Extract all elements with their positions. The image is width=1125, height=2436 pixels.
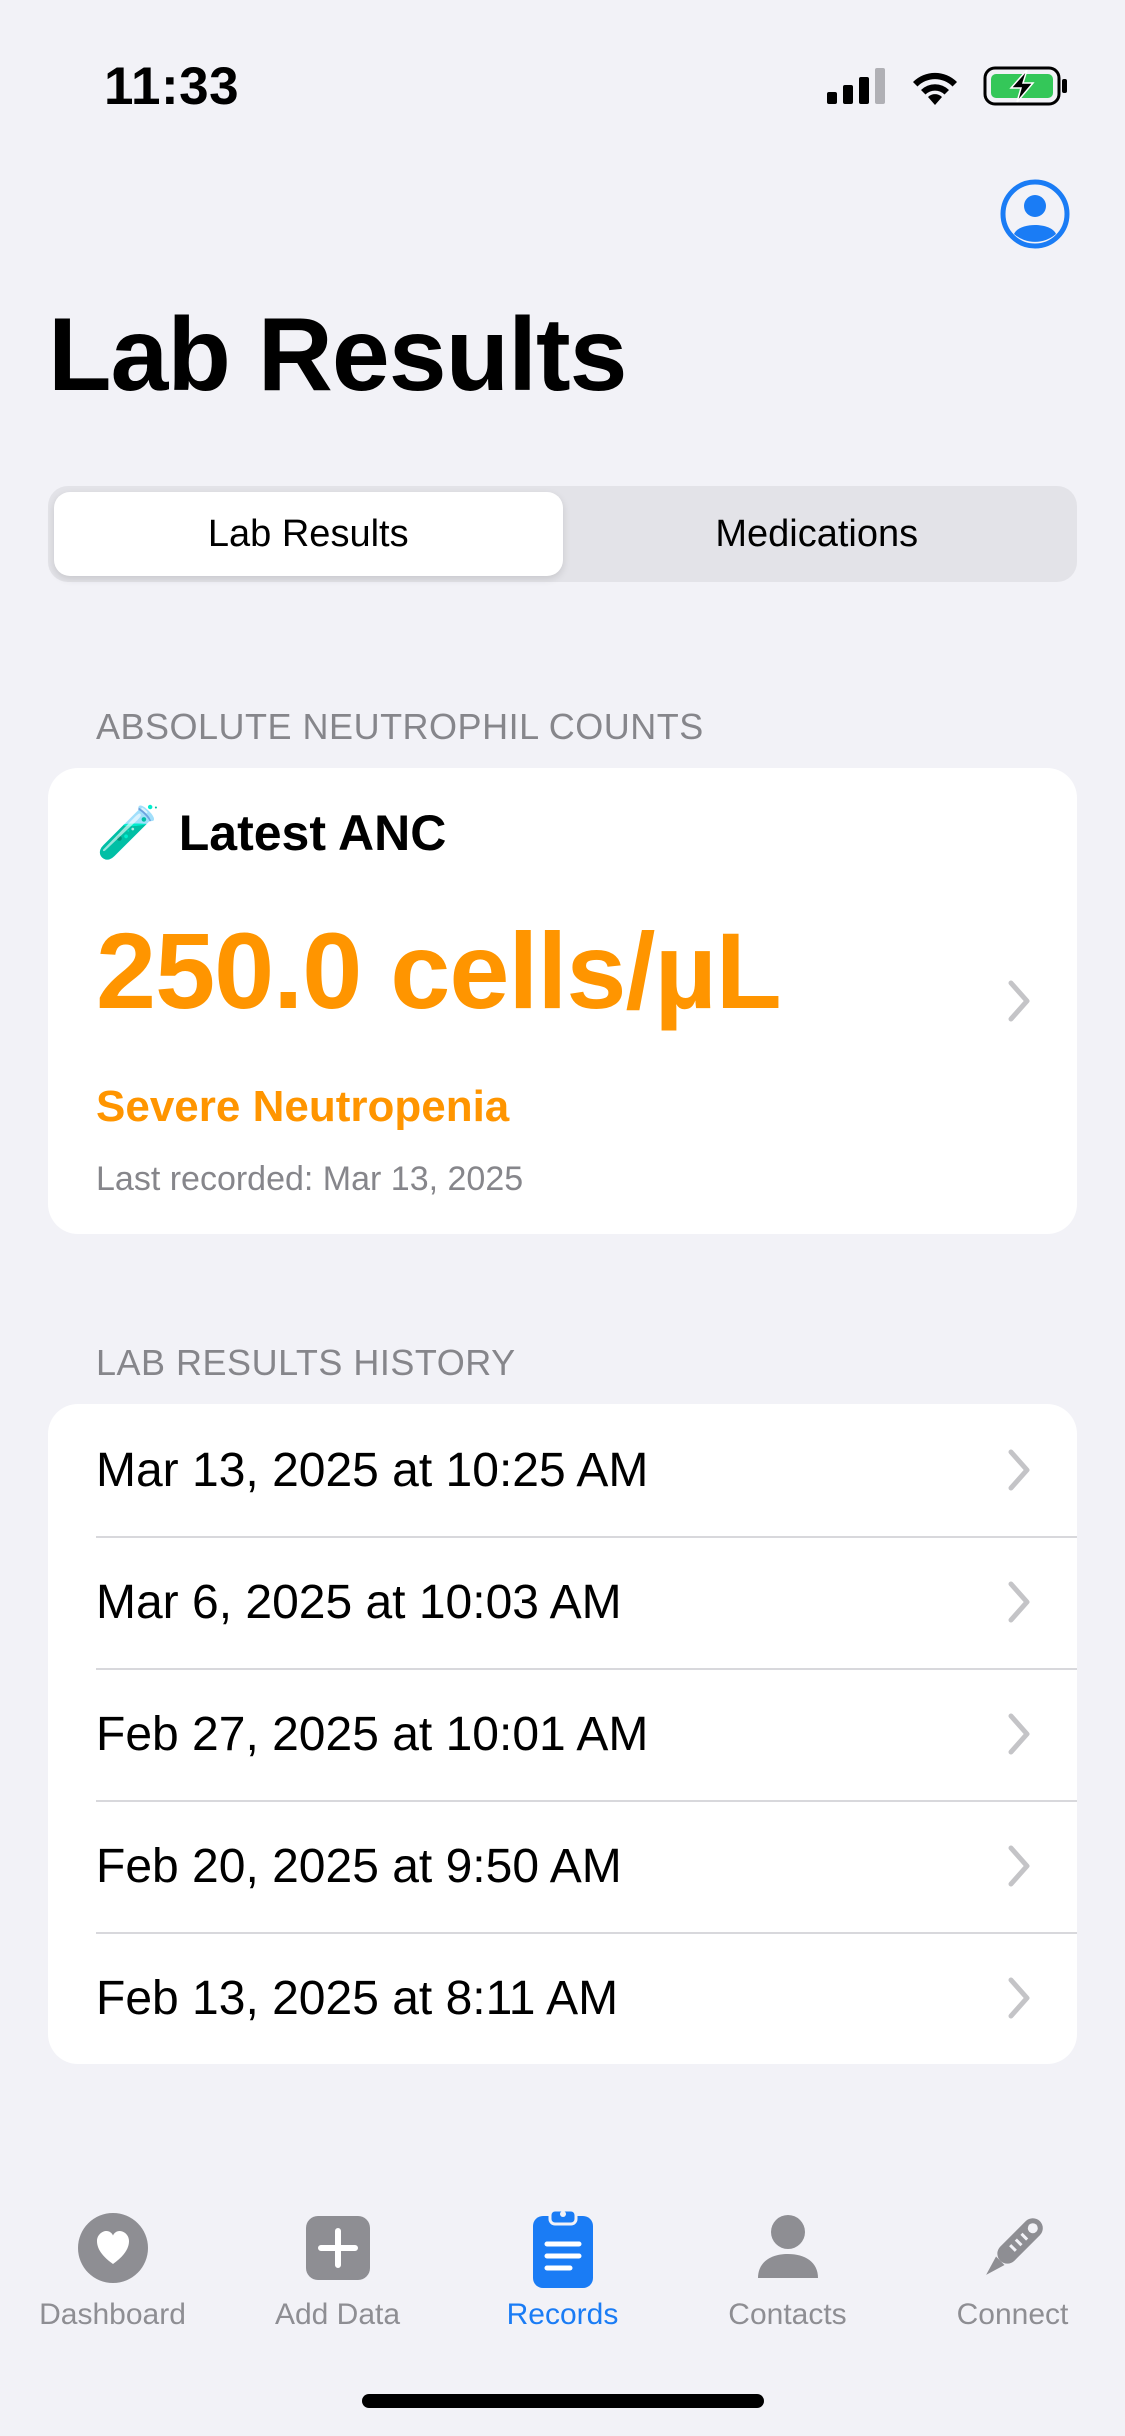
tab-label: Contacts (728, 2298, 847, 2331)
page-title: Lab Results (48, 297, 627, 413)
chevron-right-icon (1008, 1713, 1030, 1755)
history-row-date: Feb 27, 2025 at 10:01 AM (96, 1707, 649, 1761)
history-row-date: Feb 13, 2025 at 8:11 AM (96, 1971, 619, 2025)
tab-label: Records (506, 2298, 619, 2331)
history-row[interactable]: Feb 20, 2025 at 9:50 AM (48, 1800, 1077, 1932)
tab-label: Connect (956, 2298, 1069, 2331)
chevron-right-icon (1008, 1581, 1030, 1623)
history-row[interactable]: Feb 27, 2025 at 10:01 AM (48, 1668, 1077, 1800)
home-indicator[interactable] (362, 2394, 764, 2408)
tab-label: Add Data (274, 2298, 401, 2331)
anc-card-title: Latest ANC (178, 804, 447, 861)
anc-card-title-row: 🧪 Latest ANC (96, 802, 446, 863)
tab-dashboard[interactable]: Dashboard (0, 2190, 225, 2436)
screen: 11:33 Lab Results Lab Results Medication… (0, 0, 1125, 2436)
test-tube-icon: 🧪 (96, 804, 161, 862)
wifi-icon (913, 72, 957, 105)
anc-status: Severe Neutropenia (96, 1082, 510, 1131)
cellular-signal-icon (827, 68, 885, 104)
history-row-date: Feb 20, 2025 at 9:50 AM (96, 1839, 622, 1893)
plus-square-icon (298, 2208, 378, 2288)
history-row[interactable]: Mar 6, 2025 at 10:03 AM (48, 1536, 1077, 1668)
person-icon (748, 2208, 828, 2288)
history-section-header: LAB RESULTS HISTORY (96, 1342, 516, 1383)
history-row[interactable]: Mar 13, 2025 at 10:25 AM (48, 1404, 1077, 1536)
anc-value: 250.0 cells/µL (96, 910, 782, 1031)
chevron-right-icon (1008, 980, 1030, 1022)
segmented-control: Lab Results Medications (48, 486, 1077, 582)
latest-anc-card[interactable]: 🧪 Latest ANC 250.0 cells/µL Severe Neutr… (48, 768, 1077, 1234)
heart-circle-icon (73, 2208, 153, 2288)
segment-lab-results[interactable]: Lab Results (54, 492, 563, 576)
history-row[interactable]: Feb 13, 2025 at 8:11 AM (48, 1932, 1077, 2064)
lab-history-list: Mar 13, 2025 at 10:25 AM Mar 6, 2025 at … (48, 1404, 1077, 2064)
battery-charging-icon (983, 66, 1067, 106)
profile-button[interactable] (999, 178, 1071, 250)
chevron-right-icon (1008, 1977, 1030, 2019)
clipboard-icon (523, 2208, 603, 2288)
history-row-date: Mar 6, 2025 at 10:03 AM (96, 1575, 622, 1629)
tab-label: Dashboard (39, 2298, 186, 2331)
history-row-date: Mar 13, 2025 at 10:25 AM (96, 1443, 649, 1497)
status-icons (827, 66, 1069, 106)
person-circle-icon (1000, 179, 1070, 249)
status-time: 11:33 (104, 57, 240, 116)
chevron-right-icon (1008, 1449, 1030, 1491)
thermometer-icon (973, 2208, 1053, 2288)
segment-medications[interactable]: Medications (563, 492, 1072, 576)
tab-connect[interactable]: Connect (900, 2190, 1125, 2436)
anc-last-recorded: Last recorded: Mar 13, 2025 (96, 1160, 524, 1198)
anc-section-header: ABSOLUTE NEUTROPHIL COUNTS (96, 706, 704, 747)
chevron-right-icon (1008, 1845, 1030, 1887)
